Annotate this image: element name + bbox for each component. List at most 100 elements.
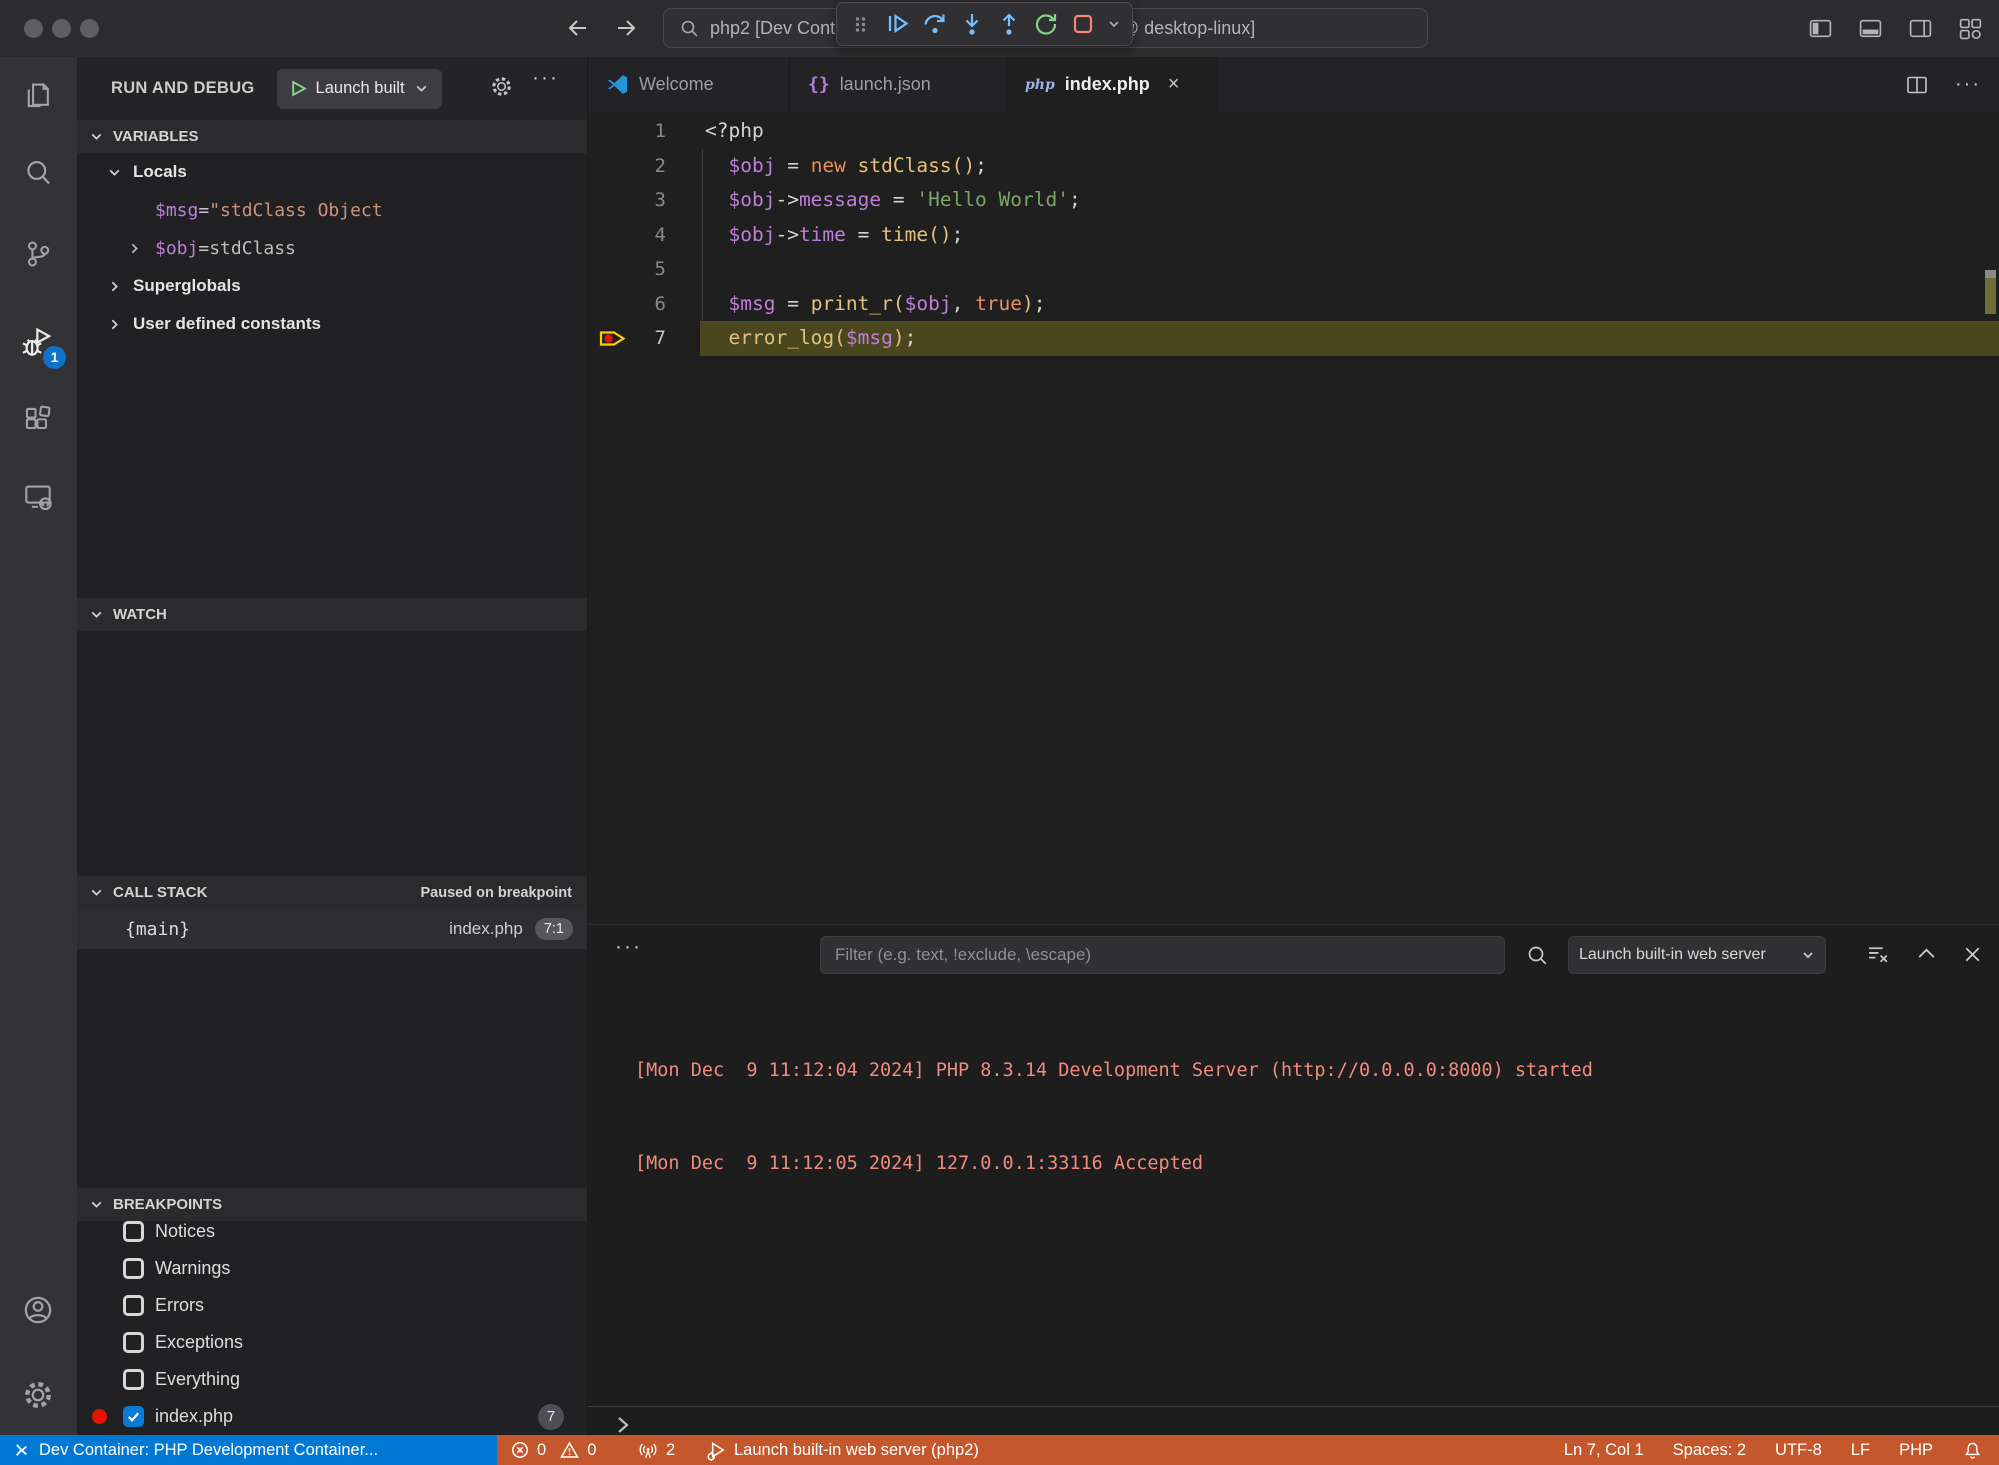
navigate-back-icon[interactable] bbox=[566, 16, 590, 40]
launch-configuration-button[interactable]: Launch built bbox=[277, 69, 442, 109]
debug-stop-icon[interactable] bbox=[1069, 11, 1096, 38]
watch-section-header[interactable]: WATCH bbox=[77, 598, 587, 631]
breakpoint-filter-warnings[interactable]: Warnings bbox=[77, 1250, 587, 1287]
checkbox-unchecked[interactable] bbox=[123, 1332, 144, 1353]
vscode-window: php2 [Dev Container: PHP Development Con… bbox=[0, 0, 1999, 1465]
call-stack-frame-main[interactable]: {main} index.php 7:1 bbox=[77, 909, 587, 949]
debug-step-over-icon[interactable] bbox=[921, 11, 948, 38]
code-editor[interactable]: 1234567 <?php $obj = new stdClass(); $ob… bbox=[588, 112, 1999, 924]
ports-status[interactable]: 2 bbox=[637, 1435, 675, 1465]
variables-scope-locals[interactable]: Locals bbox=[77, 153, 587, 191]
panel-more-actions-icon[interactable]: ··· bbox=[615, 935, 642, 959]
debug-restart-icon[interactable] bbox=[1032, 11, 1059, 38]
search-icon bbox=[680, 19, 699, 38]
debug-session-status[interactable]: Launch built-in web server (php2) bbox=[706, 1435, 979, 1465]
indentation-setting[interactable]: Spaces: 2 bbox=[1673, 1441, 1746, 1460]
breakpoint-filter-notices[interactable]: Notices bbox=[77, 1213, 587, 1250]
gripper-icon[interactable] bbox=[847, 11, 874, 38]
line-number-4: 4 bbox=[588, 218, 666, 253]
encoding-setting[interactable]: UTF-8 bbox=[1775, 1441, 1822, 1460]
remote-icon bbox=[12, 1441, 31, 1460]
split-editor-icon[interactable] bbox=[1905, 73, 1929, 97]
chevron-down-icon bbox=[107, 165, 122, 180]
debug-session-chevron-icon[interactable] bbox=[1106, 11, 1122, 38]
chevron-right-icon bbox=[107, 279, 122, 294]
line-number-5: 5 bbox=[588, 252, 666, 287]
toggle-panel-icon[interactable] bbox=[1858, 16, 1883, 41]
debug-continue-icon[interactable] bbox=[884, 11, 911, 38]
collapse-panel-icon[interactable] bbox=[1914, 942, 1939, 967]
console-search-icon[interactable] bbox=[1526, 944, 1549, 967]
ports-count: 2 bbox=[666, 1441, 675, 1460]
errors-count: 0 bbox=[537, 1441, 546, 1460]
macos-zoom-button[interactable] bbox=[80, 19, 99, 38]
remote-explorer-icon[interactable] bbox=[14, 473, 62, 521]
console-line: [Mon Dec 9 11:12:05 2024] 127.0.0.1:3311… bbox=[635, 1148, 1979, 1179]
equals: = bbox=[198, 200, 209, 221]
extensions-icon[interactable] bbox=[14, 396, 62, 444]
warnings-icon bbox=[559, 1440, 580, 1460]
checkbox-checked[interactable] bbox=[123, 1406, 144, 1427]
source-control-icon[interactable] bbox=[14, 230, 62, 278]
debug-step-out-icon[interactable] bbox=[995, 11, 1022, 38]
sidebar-more-actions-icon[interactable]: ··· bbox=[532, 66, 559, 90]
editor-more-actions-icon[interactable]: ··· bbox=[1955, 73, 1981, 96]
repl-input[interactable] bbox=[640, 1411, 1979, 1437]
scrollbar-thumb[interactable] bbox=[1985, 270, 1996, 278]
breakpoint-filter-everything[interactable]: Everything bbox=[77, 1361, 587, 1398]
tab-welcome[interactable]: Welcome bbox=[588, 57, 790, 112]
eol-setting[interactable]: LF bbox=[1851, 1441, 1870, 1460]
tab-launch-json[interactable]: {} launch.json bbox=[790, 57, 1007, 112]
title-bar: php2 [Dev Container: PHP Development Con… bbox=[0, 0, 1999, 57]
json-icon: {} bbox=[808, 74, 830, 95]
settings-gear-icon[interactable] bbox=[14, 1371, 62, 1419]
navigate-forward-icon[interactable] bbox=[614, 16, 638, 40]
line-number-3: 3 bbox=[588, 183, 666, 218]
chevron-down-icon bbox=[1801, 948, 1815, 962]
breakpoints-section-label: BREAKPOINTS bbox=[113, 1196, 222, 1213]
repl-divider bbox=[588, 1406, 1999, 1407]
debug-step-into-icon[interactable] bbox=[958, 11, 985, 38]
breakpoint-filter-exceptions[interactable]: Exceptions bbox=[77, 1324, 587, 1361]
debug-session-dropdown[interactable]: Launch built-in web server bbox=[1568, 936, 1826, 974]
start-debug-icon bbox=[290, 80, 307, 97]
cursor-position[interactable]: Ln 7, Col 1 bbox=[1564, 1441, 1644, 1460]
checkbox-unchecked[interactable] bbox=[123, 1258, 144, 1279]
variables-section-header[interactable]: VARIABLES bbox=[77, 120, 587, 153]
toggle-secondary-sidebar-icon[interactable] bbox=[1908, 16, 1933, 41]
tab-index-php[interactable]: php index.php × bbox=[1007, 57, 1218, 112]
debug-settings-gear-icon[interactable] bbox=[489, 74, 514, 99]
checkbox-unchecked[interactable] bbox=[123, 1221, 144, 1242]
breakpoint-filter-label: Exceptions bbox=[155, 1332, 243, 1353]
accounts-icon[interactable] bbox=[14, 1286, 62, 1334]
language-mode[interactable]: PHP bbox=[1899, 1441, 1933, 1460]
variables-scope-user-defined-constants[interactable]: User defined constants bbox=[77, 305, 587, 343]
variable-obj[interactable]: $obj = stdClass bbox=[77, 229, 587, 267]
notifications-bell-icon[interactable] bbox=[1962, 1440, 1983, 1461]
console-filter-input[interactable] bbox=[820, 936, 1505, 974]
checkbox-unchecked[interactable] bbox=[123, 1295, 144, 1316]
variables-scope-superglobals[interactable]: Superglobals bbox=[77, 267, 587, 305]
variable-msg[interactable]: $msg = "stdClass Object bbox=[77, 191, 587, 229]
search-icon[interactable] bbox=[14, 149, 62, 197]
launch-configuration-label: Launch built bbox=[316, 79, 405, 98]
equals: = bbox=[198, 238, 209, 259]
remote-label: Dev Container: PHP Development Container… bbox=[39, 1441, 378, 1460]
call-stack-section-header[interactable]: CALL STACK Paused on breakpoint bbox=[77, 876, 587, 909]
checkbox-unchecked[interactable] bbox=[123, 1369, 144, 1390]
breakpoint-filter-errors[interactable]: Errors bbox=[77, 1287, 587, 1324]
problems-status[interactable]: 0 0 bbox=[510, 1435, 596, 1465]
breakpoint-entry-index-php[interactable]: index.php 7 bbox=[77, 1398, 587, 1435]
explorer-icon[interactable] bbox=[14, 71, 62, 119]
toggle-primary-sidebar-icon[interactable] bbox=[1808, 16, 1833, 41]
breakpoint-filter-label: Notices bbox=[155, 1221, 215, 1242]
run-and-debug-icon[interactable]: 1 bbox=[14, 318, 62, 366]
close-tab-icon[interactable]: × bbox=[1168, 73, 1180, 96]
macos-minimize-button[interactable] bbox=[52, 19, 71, 38]
code-line-3: $obj->message = 'Hello World'; bbox=[705, 183, 1979, 218]
macos-close-button[interactable] bbox=[24, 19, 43, 38]
close-panel-icon[interactable] bbox=[1960, 942, 1985, 967]
clear-console-icon[interactable] bbox=[1866, 942, 1891, 967]
customize-layout-icon[interactable] bbox=[1958, 16, 1983, 41]
remote-indicator[interactable]: Dev Container: PHP Development Container… bbox=[0, 1435, 497, 1465]
